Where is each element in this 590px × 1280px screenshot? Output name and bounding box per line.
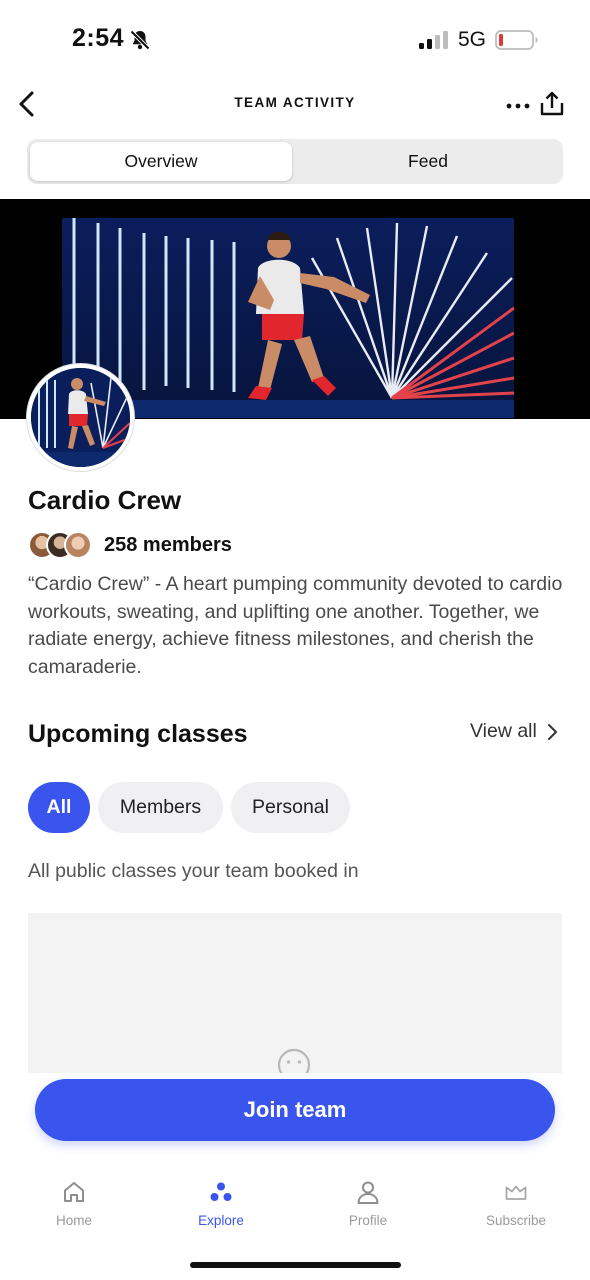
tab-profile-label: Profile <box>348 1213 388 1228</box>
explore-dots-icon <box>210 1182 232 1201</box>
class-filter-chips: All Members Personal <box>28 782 358 833</box>
cellular-signal-icon <box>419 31 448 49</box>
page-title: TEAM ACTIVITY <box>234 95 356 110</box>
tab-subscribe-label: Subscribe <box>485 1213 547 1228</box>
share-icon[interactable] <box>538 90 566 118</box>
tab-overview[interactable]: Overview <box>30 142 292 181</box>
member-avatar <box>64 531 92 559</box>
upcoming-classes-title: Upcoming classes <box>28 720 248 748</box>
filter-chip-personal[interactable]: Personal <box>231 782 350 833</box>
home-icon <box>64 1182 84 1202</box>
person-icon <box>357 1181 379 1204</box>
tab-home[interactable]: Home <box>24 1179 124 1228</box>
ellipsis-icon[interactable] <box>504 94 534 114</box>
crown-icon <box>505 1185 527 1200</box>
bottom-tab-bar: Home Explore Profile Subscribe <box>0 1165 590 1245</box>
view-all-label: View all <box>470 720 537 742</box>
filter-chip-all[interactable]: All <box>28 782 90 833</box>
classes-empty-state <box>28 913 562 1073</box>
team-avatar <box>27 364 134 471</box>
nav-header: TEAM ACTIVITY <box>0 80 590 130</box>
classes-hint: All public classes your team booked in <box>28 860 359 882</box>
team-name: Cardio Crew <box>28 485 182 515</box>
status-bar: 2:54 5G <box>0 0 590 80</box>
tab-explore-label: Explore <box>198 1213 244 1228</box>
bell-slash-icon <box>130 30 150 50</box>
home-indicator <box>190 1262 401 1268</box>
team-description: “Cardio Crew” - A heart pumping communit… <box>28 573 563 678</box>
tab-feed[interactable]: Feed <box>297 142 559 181</box>
members-summary[interactable]: 258 members <box>28 530 232 560</box>
avatar-photo <box>31 368 130 467</box>
tab-home-label: Home <box>55 1213 92 1228</box>
chevron-right-icon <box>547 723 557 740</box>
status-time: 2:54 <box>72 24 125 52</box>
tab-profile[interactable]: Profile <box>318 1179 418 1228</box>
tab-explore[interactable]: Explore <box>171 1179 271 1228</box>
sad-face-icon <box>277 1048 311 1073</box>
join-team-button[interactable]: Join team <box>35 1079 555 1141</box>
banner-photo <box>62 218 514 418</box>
battery-low-icon <box>495 30 538 50</box>
view-all-link[interactable]: View all <box>470 720 559 743</box>
network-label: 5G <box>458 28 487 51</box>
filter-chip-members[interactable]: Members <box>98 782 223 833</box>
members-count: 258 members <box>104 533 232 556</box>
tab-subscribe[interactable]: Subscribe <box>466 1179 566 1228</box>
segmented-control: Overview Feed <box>27 139 563 184</box>
